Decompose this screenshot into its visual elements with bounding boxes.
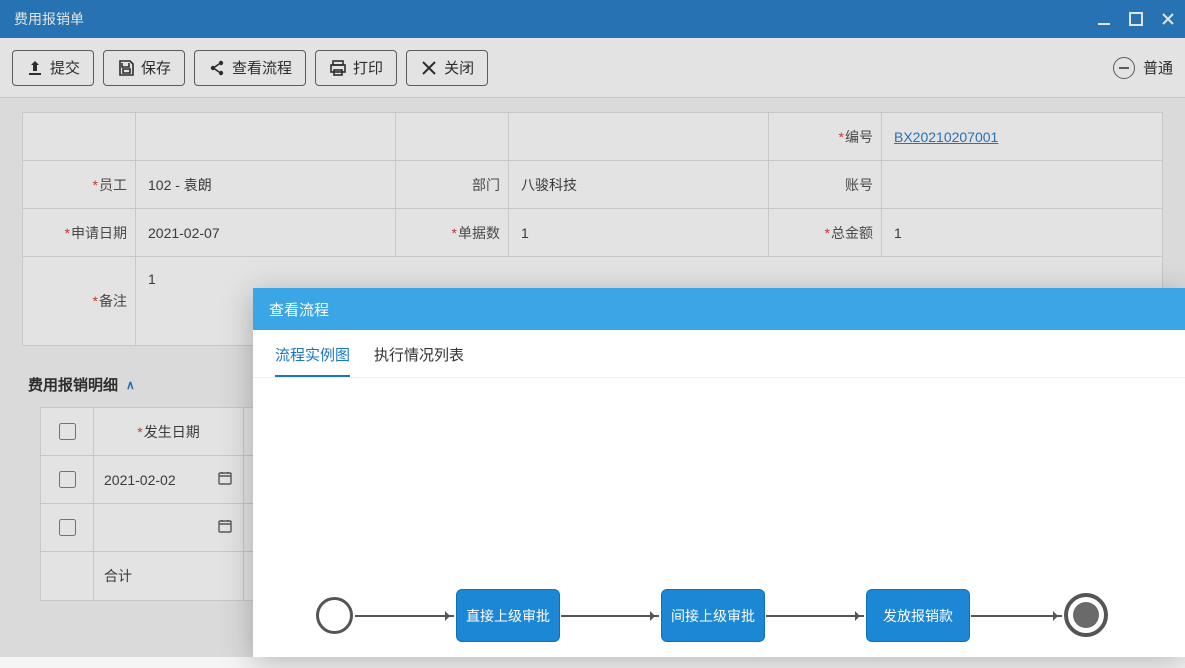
close-window-button[interactable] xyxy=(1161,12,1175,26)
empty-label xyxy=(23,113,136,161)
close-button[interactable]: 关闭 xyxy=(406,50,488,86)
totalamount-label: 总金额 xyxy=(769,209,882,257)
totalamount-value[interactable]: 1 xyxy=(882,209,1162,257)
mode-label: 普通 xyxy=(1143,57,1173,78)
empty-value-2 xyxy=(509,113,769,161)
row-occurdate[interactable] xyxy=(94,504,244,552)
row-occurdate[interactable]: 2021-02-02 xyxy=(94,456,244,504)
save-label: 保存 xyxy=(141,57,171,78)
row-check[interactable] xyxy=(41,456,94,504)
remark-label: 备注 xyxy=(23,257,136,345)
submit-button[interactable]: 提交 xyxy=(12,50,94,86)
close-icon xyxy=(420,59,438,77)
employee-value[interactable]: 102 - 袁朗 xyxy=(136,161,396,209)
empty-value xyxy=(136,113,396,161)
toolbar: 提交 保存 查看流程 打印 关闭 普通 xyxy=(0,38,1185,98)
flow-arrow xyxy=(971,615,1062,617)
maximize-button[interactable] xyxy=(1129,12,1143,26)
flow-arrow xyxy=(355,615,454,617)
submit-label: 提交 xyxy=(50,57,80,78)
save-icon xyxy=(117,59,135,77)
row-checkbox[interactable] xyxy=(59,519,76,536)
checkall-cell[interactable] xyxy=(41,408,94,456)
window-controls xyxy=(1097,12,1175,26)
billcount-label: 单据数 xyxy=(396,209,509,257)
flow-arrow xyxy=(561,615,659,617)
mode-toggle[interactable]: 普通 xyxy=(1113,57,1173,79)
chevron-up-icon: ∧ xyxy=(126,378,135,392)
bpmn-task-2: 间接上级审批 xyxy=(661,589,765,642)
share-icon xyxy=(208,59,226,77)
dept-value[interactable]: 八骏科技 xyxy=(509,161,769,209)
window-title: 费用报销单 xyxy=(14,9,1097,29)
flow-canvas: 直接上级审批 间接上级审批 发放报销款 xyxy=(253,378,1185,668)
detail-section-title: 费用报销明细 xyxy=(28,374,118,395)
print-icon xyxy=(329,59,347,77)
account-label: 账号 xyxy=(769,161,882,209)
view-flow-label: 查看流程 xyxy=(232,57,292,78)
bpmn-start-event xyxy=(316,597,353,634)
bpmn-task-1: 直接上级审批 xyxy=(456,589,560,642)
view-flow-button[interactable]: 查看流程 xyxy=(194,50,306,86)
account-value[interactable] xyxy=(882,161,1162,209)
billcount-value[interactable]: 1 xyxy=(509,209,769,257)
save-button[interactable]: 保存 xyxy=(103,50,185,86)
print-label: 打印 xyxy=(353,57,383,78)
modal-title: 查看流程 xyxy=(253,288,1185,330)
calendar-icon[interactable] xyxy=(217,518,233,537)
calendar-icon[interactable] xyxy=(217,470,233,489)
employee-label: 员工 xyxy=(23,161,136,209)
bpmn-end-event xyxy=(1064,593,1108,637)
remark-value[interactable]: 1 xyxy=(136,257,256,345)
mode-icon xyxy=(1113,57,1135,79)
close-label: 关闭 xyxy=(444,57,474,78)
flow-arrow xyxy=(766,615,864,617)
tab-diagram[interactable]: 流程实例图 xyxy=(275,344,350,377)
tab-history[interactable]: 执行情况列表 xyxy=(374,344,464,377)
code-value[interactable]: BX20210207001 xyxy=(882,113,1162,161)
occurdate-header: *发生日期 xyxy=(94,408,244,456)
empty-label-2 xyxy=(396,113,509,161)
row-check[interactable] xyxy=(41,504,94,552)
dept-label: 部门 xyxy=(396,161,509,209)
row-checkbox[interactable] xyxy=(59,471,76,488)
bpmn-task-3: 发放报销款 xyxy=(866,589,970,642)
flow-modal: 查看流程 流程实例图 执行情况列表 直接上级审批 间接上级审批 发放报销款 xyxy=(253,288,1185,657)
code-link[interactable]: BX20210207001 xyxy=(894,129,998,145)
sum-label: 合计 xyxy=(94,552,244,600)
minimize-button[interactable] xyxy=(1097,12,1111,26)
applydate-label: 申请日期 xyxy=(23,209,136,257)
checkall-box[interactable] xyxy=(59,423,76,440)
applydate-value[interactable]: 2021-02-07 xyxy=(136,209,396,257)
window-titlebar: 费用报销单 xyxy=(0,0,1185,38)
modal-tabs: 流程实例图 执行情况列表 xyxy=(253,330,1185,378)
upload-icon xyxy=(26,59,44,77)
code-label: 编号 xyxy=(769,113,882,161)
sum-check-spacer xyxy=(41,552,94,600)
print-button[interactable]: 打印 xyxy=(315,50,397,86)
